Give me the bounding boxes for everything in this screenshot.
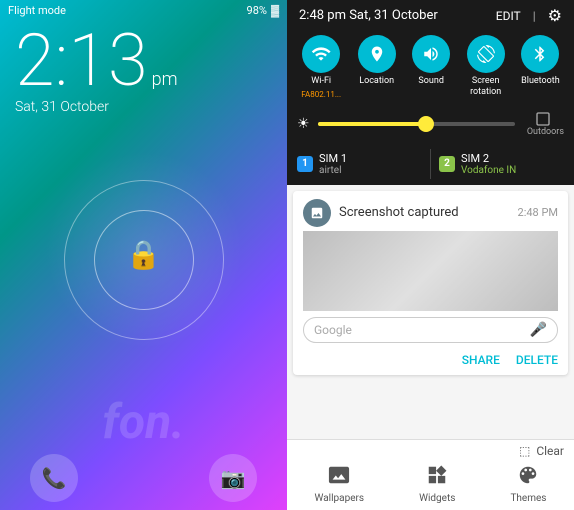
- notif-app-icon: [303, 199, 331, 227]
- wifi-sub: FA802.11...: [301, 90, 341, 99]
- sim2-name: SIM 2: [461, 152, 516, 165]
- clear-stack-icon: ⬚: [519, 444, 530, 458]
- location-icon: [358, 35, 396, 73]
- rotation-toggle[interactable]: Screen rotation: [467, 35, 505, 99]
- shade-header-actions: EDIT | ⚙: [496, 6, 562, 25]
- wallpapers-label: Wallpapers: [315, 493, 365, 504]
- location-toggle[interactable]: Location: [358, 35, 396, 99]
- brightness-icon: ☀: [297, 116, 310, 132]
- watermark: fon.: [102, 393, 185, 450]
- sound-toggle[interactable]: Sound: [412, 35, 450, 99]
- sim2-section[interactable]: 2 SIM 2 Vodafone IN: [439, 152, 564, 176]
- divider: |: [533, 9, 536, 23]
- notif-header: Screenshot captured 2:48 PM: [293, 191, 568, 231]
- phone-icon[interactable]: 📞: [30, 454, 78, 502]
- delete-button[interactable]: DELETE: [516, 353, 558, 367]
- outdoors-section: Outdoors: [523, 111, 564, 137]
- lock-screen: Flight mode 98% ▓ 2:13pm Sat, 31 October…: [0, 0, 287, 510]
- themes-icon: [517, 464, 539, 491]
- brightness-row: ☀ Outdoors: [287, 107, 574, 143]
- battery-icon: ▓: [271, 4, 279, 17]
- status-bar-left: Flight mode 98% ▓: [0, 0, 287, 20]
- wallpapers-shortcut[interactable]: Wallpapers: [315, 464, 365, 504]
- bluetooth-toggle[interactable]: Bluetooth: [521, 35, 560, 99]
- sim2-badge: 2: [439, 156, 455, 172]
- wifi-icon: [302, 35, 340, 73]
- settings-icon[interactable]: ⚙: [548, 6, 562, 25]
- battery-percentage: 98%: [247, 4, 267, 17]
- notification-card: Screenshot captured 2:48 PM Google 🎤 SHA…: [293, 191, 568, 375]
- google-search-bar[interactable]: Google 🎤: [303, 317, 558, 343]
- lock-ampm: pm: [152, 69, 178, 90]
- flight-mode-label: Flight mode: [8, 4, 66, 17]
- rotation-label: Screen rotation: [470, 76, 501, 98]
- bottom-bar: ⬚ Clear Wallpapers Widgets Themes: [287, 439, 574, 510]
- sim-divider: [430, 149, 431, 179]
- camera-icon[interactable]: 📷: [209, 454, 257, 502]
- shade-header: 2:48 pm Sat, 31 October EDIT | ⚙: [287, 0, 574, 29]
- outdoors-label: Outdoors: [527, 127, 564, 137]
- sound-icon: [412, 35, 450, 73]
- lock-hour: 2:13: [15, 18, 148, 103]
- bluetooth-label: Bluetooth: [521, 76, 560, 87]
- notification-shade: 2:48 pm Sat, 31 October EDIT | ⚙ Wi-Fi F…: [287, 0, 574, 510]
- brightness-slider[interactable]: [318, 122, 515, 126]
- status-icons: 98% ▓: [247, 4, 279, 17]
- notif-time: 2:48 PM: [518, 206, 558, 219]
- widgets-label: Widgets: [419, 493, 455, 504]
- wifi-label: Wi-Fi: [311, 76, 331, 87]
- sim1-info: SIM 1 airtel: [319, 152, 347, 176]
- lock-time: 2:13pm Sat, 31 October: [15, 25, 178, 115]
- share-button[interactable]: SHARE: [462, 353, 500, 367]
- sim2-carrier: Vodafone IN: [461, 165, 516, 176]
- edit-button[interactable]: EDIT: [496, 9, 521, 23]
- wallpapers-icon: [328, 464, 350, 491]
- clear-row: ⬚ Clear: [287, 440, 574, 460]
- rotation-icon: [467, 35, 505, 73]
- sim1-section[interactable]: 1 SIM 1 airtel: [297, 152, 422, 176]
- google-search-text: Google: [314, 323, 530, 337]
- location-label: Location: [359, 76, 394, 87]
- shade-time: 2:48 pm Sat, 31 October: [299, 8, 438, 23]
- screenshot-thumbnail: [303, 231, 558, 311]
- notif-preview-image: [303, 231, 558, 311]
- sim1-name: SIM 1: [319, 152, 347, 165]
- widgets-shortcut[interactable]: Widgets: [419, 464, 455, 504]
- sim-row: 1 SIM 1 airtel 2 SIM 2 Vodafone IN: [287, 143, 574, 185]
- sim2-info: SIM 2 Vodafone IN: [461, 152, 516, 176]
- clear-button[interactable]: Clear: [536, 444, 564, 458]
- brightness-thumb: [418, 116, 434, 132]
- quick-toggles: Wi-Fi FA802.11... Location Sound Screen …: [287, 29, 574, 107]
- bottom-shortcuts: Wallpapers Widgets Themes: [287, 460, 574, 510]
- lock-date: Sat, 31 October: [15, 99, 178, 115]
- sim1-carrier: airtel: [319, 165, 347, 176]
- mic-icon[interactable]: 🎤: [530, 322, 547, 338]
- themes-shortcut[interactable]: Themes: [510, 464, 546, 504]
- lock-bottom-icons: 📞 📷: [0, 454, 287, 502]
- sim1-badge: 1: [297, 156, 313, 172]
- lock-icon[interactable]: 🔒: [126, 238, 161, 271]
- themes-label: Themes: [510, 493, 546, 504]
- notif-title: Screenshot captured: [339, 205, 510, 220]
- brightness-fill: [318, 122, 427, 126]
- widgets-icon: [426, 464, 448, 491]
- bluetooth-icon: [521, 35, 559, 73]
- wifi-toggle[interactable]: Wi-Fi FA802.11...: [301, 35, 341, 99]
- notif-actions: SHARE DELETE: [293, 349, 568, 375]
- sound-label: Sound: [418, 76, 443, 87]
